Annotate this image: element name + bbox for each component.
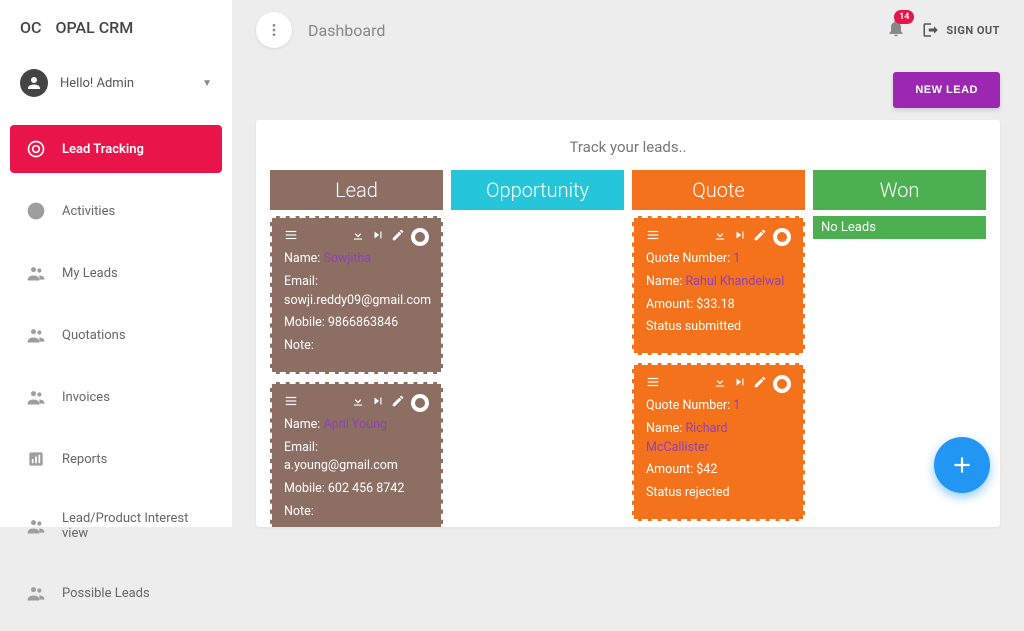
menu-icon[interactable]	[284, 394, 298, 412]
sidebar-item-my-leads[interactable]: My Leads	[10, 249, 222, 297]
column-header: Lead	[270, 170, 443, 210]
column-opportunity: Opportunity	[451, 170, 624, 527]
sidebar: OC OPAL CRM Hello! Admin ▼ Lead Tracking…	[0, 0, 232, 527]
sidebar-item-label: Lead Tracking	[62, 142, 144, 157]
sidebar-item-activities[interactable]: Activities	[10, 187, 222, 235]
column-header: Won	[813, 170, 986, 210]
reports-icon	[26, 449, 46, 469]
column-quote: Quote	[632, 170, 805, 527]
clock-icon[interactable]	[411, 228, 429, 246]
board: Track your leads.. Lead	[256, 120, 1000, 527]
download-icon[interactable]	[351, 394, 365, 412]
sidebar-item-label: Invoices	[62, 390, 110, 405]
avatar-icon	[20, 69, 48, 97]
page-title: Dashboard	[308, 21, 385, 40]
download-icon[interactable]	[713, 375, 727, 393]
main: Dashboard 14 SIGN OUT NEW LEAD Track you…	[232, 0, 1024, 527]
more-vertical-icon	[266, 22, 282, 38]
sidebar-item-invoices[interactable]: Invoices	[10, 373, 222, 421]
sidebar-item-label: Reports	[62, 452, 107, 467]
skip-icon[interactable]	[371, 394, 385, 412]
quote-card[interactable]: Quote Number: 1 Name: Richard McCalliste…	[632, 363, 805, 521]
signout-icon	[922, 21, 940, 39]
column-header: Opportunity	[451, 170, 624, 210]
nav: Lead Tracking Activities My Leads Quotat…	[0, 115, 232, 631]
brand-name: OPAL CRM	[55, 18, 133, 37]
columns: Lead	[270, 170, 986, 527]
fab-add-button[interactable]	[934, 437, 990, 493]
sidebar-item-lead-product-interest[interactable]: Lead/Product Interest view	[10, 497, 222, 555]
user-greeting: Hello! Admin	[60, 76, 190, 91]
signout-label: SIGN OUT	[946, 24, 1000, 37]
topbar: Dashboard 14 SIGN OUT	[232, 0, 1024, 60]
people-icon	[26, 325, 46, 345]
board-title: Track your leads..	[270, 138, 986, 156]
target-icon	[26, 139, 46, 159]
activities-icon	[26, 201, 46, 221]
sidebar-item-lead-tracking[interactable]: Lead Tracking	[10, 125, 222, 173]
sidebar-item-label: Lead/Product Interest view	[62, 511, 206, 541]
new-lead-button[interactable]: NEW LEAD	[893, 72, 1000, 108]
quote-number-link[interactable]: 1	[733, 251, 740, 266]
skip-icon[interactable]	[371, 228, 385, 246]
quote-name-link[interactable]: Rahul Khandelwal	[685, 274, 784, 289]
people-icon	[26, 263, 46, 283]
quote-number-link[interactable]: 1	[733, 398, 740, 413]
edit-icon[interactable]	[391, 228, 405, 246]
signout-button[interactable]: SIGN OUT	[922, 21, 1000, 39]
brand-badge: OC	[20, 18, 41, 37]
people-icon	[26, 583, 46, 603]
clock-icon[interactable]	[773, 228, 791, 246]
download-icon[interactable]	[713, 228, 727, 246]
user-menu[interactable]: Hello! Admin ▼	[0, 51, 232, 115]
sidebar-item-reports[interactable]: Reports	[10, 435, 222, 483]
skip-icon[interactable]	[733, 228, 747, 246]
edit-icon[interactable]	[391, 394, 405, 412]
skip-icon[interactable]	[733, 375, 747, 393]
sidebar-item-quotations[interactable]: Quotations	[10, 311, 222, 359]
sidebar-item-label: Activities	[62, 204, 115, 219]
more-button[interactable]	[256, 12, 292, 48]
clock-icon[interactable]	[411, 394, 429, 412]
clock-icon[interactable]	[773, 375, 791, 393]
notifications-button[interactable]: 14	[886, 18, 906, 42]
people-icon	[26, 516, 46, 536]
sidebar-item-label: Quotations	[62, 328, 126, 343]
people-icon	[26, 387, 46, 407]
menu-icon[interactable]	[284, 228, 298, 246]
lead-card[interactable]: Name: Sowjitha Email: sowji.reddy09@gmai…	[270, 216, 443, 374]
chevron-down-icon: ▼	[202, 78, 212, 89]
edit-icon[interactable]	[753, 375, 767, 393]
lead-name-link[interactable]: April Young	[323, 417, 387, 432]
column-header: Quote	[632, 170, 805, 210]
sidebar-item-label: Possible Leads	[62, 586, 150, 601]
sidebar-item-label: My Leads	[62, 266, 118, 281]
lead-name-link[interactable]: Sowjitha	[323, 251, 371, 266]
menu-icon[interactable]	[646, 375, 660, 393]
menu-icon[interactable]	[646, 228, 660, 246]
brand: OC OPAL CRM	[0, 0, 232, 51]
notifications-badge: 14	[894, 10, 914, 24]
quote-card[interactable]: Quote Number: 1 Name: Rahul Khandelwal A…	[632, 216, 805, 355]
edit-icon[interactable]	[753, 228, 767, 246]
download-icon[interactable]	[351, 228, 365, 246]
lead-card[interactable]: Name: April Young Email: a.young@gmail.c…	[270, 382, 443, 527]
plus-icon	[949, 452, 975, 478]
actionbar: NEW LEAD	[232, 60, 1024, 120]
column-lead: Lead	[270, 170, 443, 527]
won-empty: No Leads	[813, 216, 986, 239]
sidebar-item-possible-leads[interactable]: Possible Leads	[10, 569, 222, 617]
